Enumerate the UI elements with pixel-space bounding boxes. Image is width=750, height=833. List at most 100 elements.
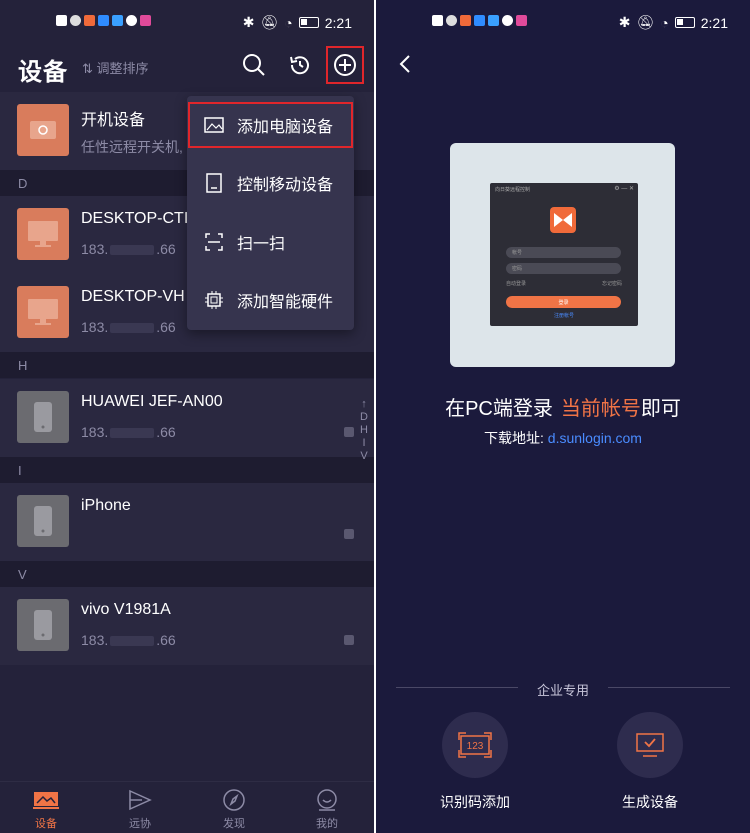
speed-icon: ◔ (284, 14, 293, 31)
ios-icon (344, 529, 354, 539)
tab-devices[interactable]: 设备 (16, 788, 76, 831)
auto-login-preview: 自动登录 (506, 281, 527, 287)
menu-label: 添加智能硬件 (237, 294, 334, 311)
search-button[interactable] (237, 48, 271, 82)
add-device-button[interactable] (326, 46, 364, 84)
add-by-code-button[interactable]: 123 识别码添加 (425, 712, 525, 812)
list-item[interactable]: vivo V1981A 183. .66 (0, 587, 374, 665)
wifi-icon (70, 15, 81, 26)
battery-icon (298, 17, 319, 28)
menu-label: 控制移动设备 (237, 177, 334, 194)
notification-icons (432, 15, 527, 26)
tab-profile[interactable]: 我的 (297, 788, 357, 831)
monitor-check-icon (617, 712, 683, 778)
scan-icon (204, 232, 224, 252)
window-controls: ⚙ — ✕ (614, 186, 634, 192)
power-icon (30, 121, 56, 139)
sunlogin-logo (550, 207, 576, 233)
enterprise-divider: 企业专用 (396, 678, 730, 698)
bottom-nav: 设备 远协 发现 我的 (0, 781, 374, 833)
search-icon (243, 54, 265, 76)
list-item[interactable]: HUAWEI JEF-AN00 183. .66 (0, 379, 374, 457)
code-123-icon: 123 (442, 712, 508, 778)
section-header: V (0, 561, 374, 587)
section-header: H (0, 352, 374, 378)
history-icon (290, 56, 309, 75)
download-info: 下载地址: d.sunlogin.com (376, 428, 750, 448)
device-thumbnail (17, 208, 69, 260)
alert-icon (432, 15, 443, 26)
monitor-icon (28, 221, 58, 247)
mute-icon: 🔕︎ (260, 14, 279, 30)
phone-icon (34, 506, 52, 536)
password-field-preview: 密码 (506, 263, 621, 274)
device-name: 开机设备 (81, 112, 146, 129)
clock: 2:21 (324, 14, 352, 31)
index-top[interactable]: ↑ (361, 398, 367, 410)
bluetooth-icon: ✱ (242, 14, 255, 30)
device-name: iPhone (81, 497, 131, 514)
device-ip: 183. .66 (81, 241, 176, 257)
device-name: HUAWEI JEF-AN00 (81, 393, 223, 410)
index-letter[interactable]: I (362, 437, 365, 449)
login-button-preview: 登录 (506, 296, 621, 308)
menu-scan[interactable]: 扫一扫 (187, 213, 354, 271)
history-button[interactable] (283, 48, 317, 82)
chip-icon (204, 290, 224, 310)
alert-icon (56, 15, 67, 26)
tab-remote[interactable]: 远协 (110, 788, 170, 831)
list-item[interactable]: iPhone (0, 483, 374, 561)
phone-icon (34, 610, 52, 640)
back-button[interactable] (394, 52, 418, 76)
notification-icons (56, 15, 151, 26)
tab-label: 设备 (35, 818, 57, 830)
profile-icon (297, 788, 357, 812)
device-name: vivo V1981A (81, 601, 171, 618)
sort-icon: ⇅ (82, 61, 97, 76)
index-letter[interactable]: V (360, 450, 367, 462)
android-icon (344, 635, 354, 645)
device-thumbnail (17, 104, 69, 156)
device-subtitle: 任性远程开关机, (81, 139, 183, 155)
wifi-icon (446, 15, 457, 26)
tab-discover[interactable]: 发现 (204, 788, 264, 831)
menu-add-computer[interactable]: 添加电脑设备 (188, 102, 353, 148)
tab-label: 远协 (129, 818, 151, 830)
tab-label: 我的 (316, 818, 338, 830)
sort-label: 调整排序 (96, 61, 149, 76)
devices-icon (16, 788, 76, 812)
menu-add-hardware[interactable]: 添加智能硬件 (187, 271, 354, 329)
device-ip: 183. .66 (81, 632, 176, 648)
remote-icon (110, 788, 170, 812)
tab-label: 发现 (223, 818, 245, 830)
app-icon (84, 15, 95, 26)
download-link[interactable]: d.sunlogin.com (548, 430, 642, 446)
bluetooth-icon: ✱ (618, 14, 631, 30)
device-ip: 183. .66 (81, 319, 176, 335)
page-title: 设备 (18, 59, 68, 86)
index-letter[interactable]: H (360, 424, 368, 436)
device-thumbnail (17, 599, 69, 651)
generate-device-button[interactable]: 生成设备 (600, 712, 700, 812)
index-letter[interactable]: D (360, 411, 368, 423)
sort-button[interactable]: ⇅ 调整排序 (82, 58, 149, 77)
device-ip: 183. .66 (81, 424, 176, 440)
section-header: I (0, 457, 374, 483)
chevron-left-icon (399, 55, 410, 73)
menu-control-mobile[interactable]: 控制移动设备 (187, 154, 354, 212)
system-icons: ✱ 🔕︎ ◔ 2:21 (243, 14, 352, 31)
add-computer-screen: ✱ 🔕︎ ◔ 2:21 向日葵远程控制 ⚙ — ✕ 帐号 密码 自动登录 忘记密… (376, 0, 750, 833)
device-name: DESKTOP-VH (81, 288, 185, 305)
app-icon (474, 15, 485, 26)
button-label: 生成设备 (622, 794, 678, 810)
mute-icon: 🔕︎ (636, 14, 655, 30)
pc-login-preview: 向日葵远程控制 ⚙ — ✕ 帐号 密码 自动登录 忘记密码 登录 注册帐号 (450, 143, 675, 367)
app-icon (126, 15, 137, 26)
add-menu: 添加电脑设备 控制移动设备 扫一扫 添加智能硬件 (187, 96, 354, 330)
window-title: 向日葵远程控制 (495, 187, 531, 193)
register-link-preview: 注册帐号 (553, 313, 574, 319)
alphabet-index[interactable]: ↑ D H I V (360, 398, 368, 462)
enterprise-label: 企业专用 (536, 683, 589, 698)
app-icon (488, 15, 499, 26)
svg-text:123: 123 (467, 741, 484, 752)
